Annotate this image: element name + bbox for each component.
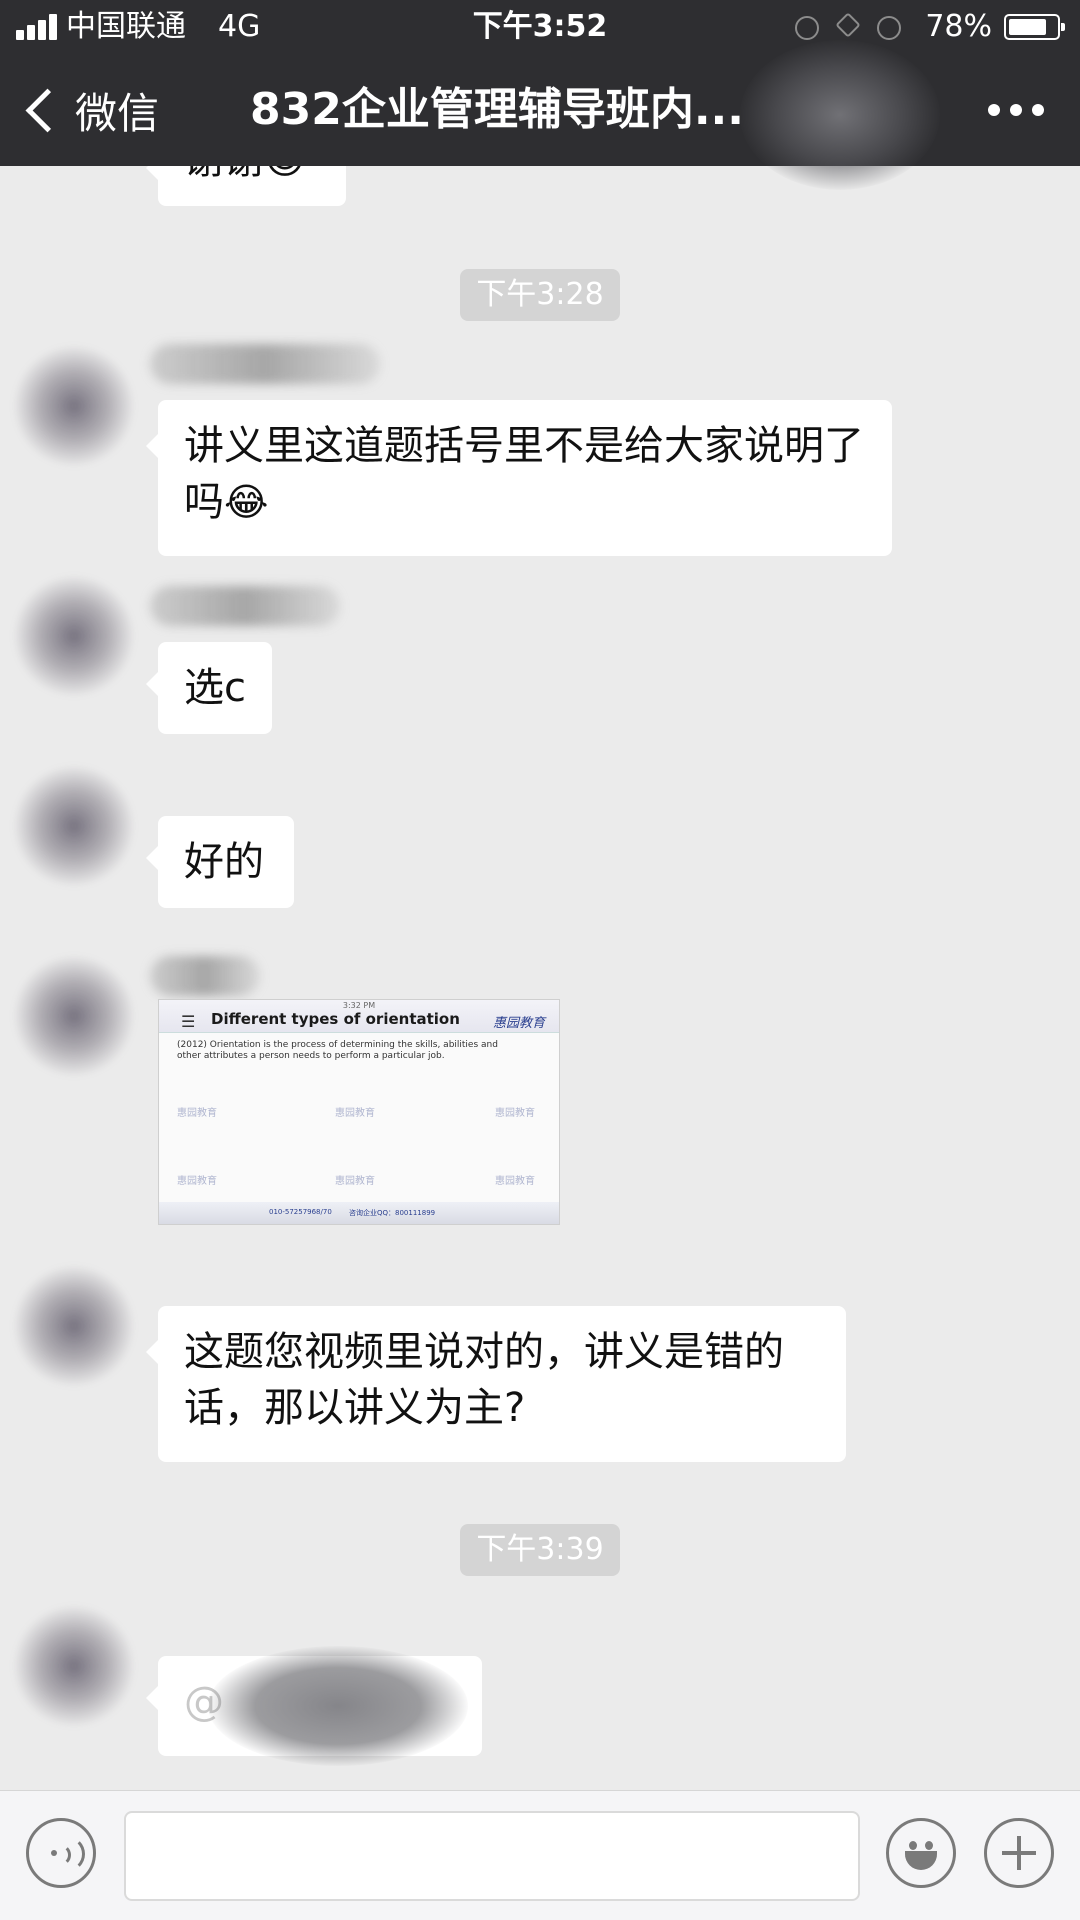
input-toolbar	[0, 1790, 1080, 1920]
redaction-blur	[208, 1646, 468, 1766]
avatar[interactable]	[14, 576, 134, 696]
alarm-icon	[877, 16, 901, 40]
image-message[interactable]: 3:32 PM ☰ Different types of orientation…	[158, 999, 560, 1225]
watermark: 惠园教育	[495, 1108, 535, 1119]
watermark: 惠园教育	[335, 1176, 375, 1187]
avatar[interactable]	[14, 1266, 134, 1386]
menu-icon: ☰	[181, 1012, 196, 1031]
battery-icon	[1004, 14, 1065, 40]
status-time: 下午3:52	[472, 9, 608, 44]
sender-name	[150, 956, 260, 996]
back-label: 微信	[75, 88, 160, 138]
redaction-blur	[740, 40, 940, 190]
message-bubble[interactable]: 好的	[146, 816, 294, 908]
image-footer: 010-57257968/70 咨询企业QQ：800111899	[159, 1202, 559, 1224]
image-footer-phone: 010-57257968/70	[269, 1208, 332, 1216]
message-text: 好的	[184, 839, 264, 885]
message-text: 选c	[184, 665, 246, 711]
timestamp-pill: 下午3:39	[460, 1524, 620, 1576]
image-footer-qq: 咨询企业QQ：800111899	[349, 1209, 436, 1217]
avatar[interactable]	[14, 1606, 134, 1726]
location-icon	[835, 12, 861, 38]
smiley-icon[interactable]	[886, 1818, 956, 1888]
avatar[interactable]	[14, 766, 134, 886]
more-dots-icon[interactable]	[988, 100, 1044, 120]
avatar[interactable]	[14, 956, 134, 1076]
status-icons	[795, 12, 905, 42]
watermark: 惠园教育	[177, 1108, 217, 1119]
avatar[interactable]	[14, 346, 134, 466]
message-bubble[interactable]: 选c	[146, 642, 272, 734]
timestamp-pill: 下午3:28	[460, 269, 620, 321]
message-text: 这题您视频里说对的，讲义是错的话，那以讲义为主?	[184, 1329, 784, 1431]
image-title: Different types of orientation	[211, 1010, 460, 1028]
image-header: 3:32 PM ☰ Different types of orientation…	[159, 1000, 559, 1033]
image-logo: 惠园教育	[492, 1016, 545, 1031]
message-bubble[interactable]: 讲义里这道题括号里不是给大家说明了吗😂	[146, 400, 892, 556]
sender-name	[150, 586, 340, 626]
chevron-left-icon	[25, 88, 70, 132]
image-body-text: (2012) Orientation is the process of det…	[177, 1040, 498, 1061]
top-bar: 中国联通 4G 下午3:52 78% 微信 832企业管理辅导班内...	[0, 0, 1080, 190]
status-bar: 中国联通 4G 下午3:52 78%	[0, 0, 1080, 54]
voice-icon[interactable]	[26, 1818, 96, 1888]
plus-icon[interactable]	[984, 1818, 1054, 1888]
chat-title[interactable]: 832企业管理辅导班内...	[250, 80, 744, 140]
chat-area[interactable]: 谢谢😊 下午3:28 讲义里这道题括号里不是给大家说明了吗😂 选c 好的 这题您…	[0, 166, 1080, 1790]
message-input[interactable]	[124, 1811, 860, 1901]
battery-percent: 78%	[925, 9, 992, 44]
watermark: 惠园教育	[335, 1108, 375, 1119]
message-text: 谢谢😊	[184, 166, 306, 183]
message-bubble[interactable]: @	[146, 1646, 482, 1766]
back-button[interactable]: 微信	[22, 80, 159, 140]
tears-of-joy-emoji: 😂	[224, 480, 269, 524]
lock-rotation-icon	[795, 16, 819, 40]
watermark: 惠园教育	[495, 1176, 535, 1187]
message-text: 讲义里这道题括号里不是给大家说明了吗	[184, 423, 864, 525]
message-bubble[interactable]: 这题您视频里说对的，讲义是错的话，那以讲义为主?	[146, 1306, 846, 1462]
message-bubble[interactable]: 谢谢😊	[146, 166, 346, 206]
image-time: 3:32 PM	[342, 1001, 376, 1010]
sender-name	[150, 344, 380, 384]
watermark: 惠园教育	[177, 1176, 217, 1187]
